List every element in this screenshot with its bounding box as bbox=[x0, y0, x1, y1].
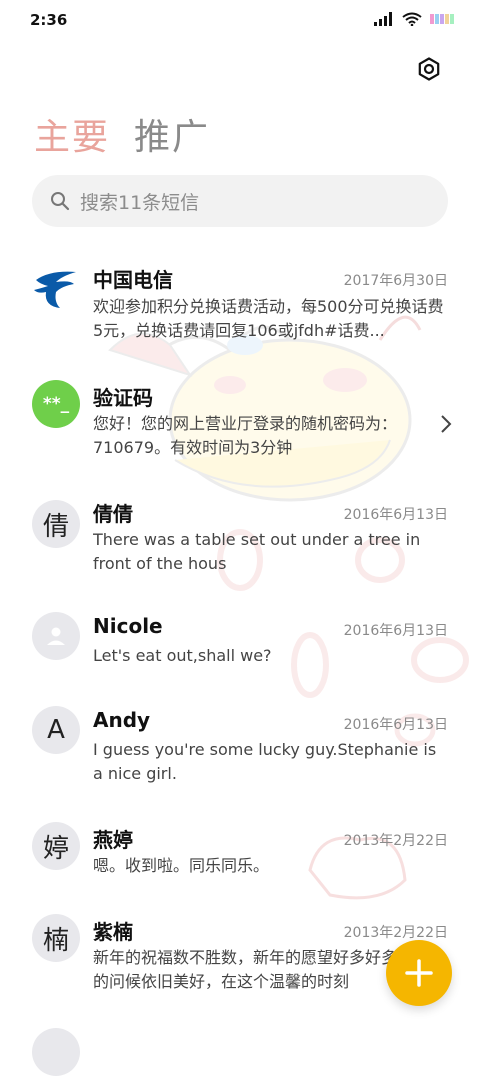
conversation-item[interactable]: A Andy 2016年6月13日 I guess you're some lu… bbox=[0, 704, 480, 804]
message-date: 2017年6月30日 bbox=[343, 273, 448, 289]
message-preview: There was a table set out under a tree i… bbox=[93, 530, 421, 573]
search-placeholder: 搜索11条短信 bbox=[80, 191, 200, 214]
settings-icon bbox=[418, 57, 440, 81]
sender-name: 燕婷 bbox=[93, 828, 133, 852]
telecom-logo-icon bbox=[34, 271, 76, 308]
sender-name: 紫楠 bbox=[93, 920, 133, 944]
tab-primary[interactable]: 主要 bbox=[34, 108, 110, 160]
avatar: 婷 bbox=[32, 822, 80, 870]
tab-bar: 主要 推广 bbox=[34, 108, 210, 160]
compose-button[interactable] bbox=[386, 940, 452, 1006]
sender-name: Nicole bbox=[93, 614, 163, 638]
message-preview: 欢迎参加积分兑换话费活动，每500分可兑换话费5元，兑换话费请回复106或jfd… bbox=[93, 297, 444, 340]
message-preview: Let's eat out,shall we? bbox=[93, 646, 272, 665]
conversation-item[interactable]: 婷 燕婷 2013年2月22日 嗯。收到啦。同乐同乐。 bbox=[0, 820, 480, 900]
status-bar: 2:36 bbox=[0, 0, 480, 40]
plus-icon bbox=[405, 959, 433, 987]
wifi-icon bbox=[402, 12, 422, 26]
sender-name: 验证码 bbox=[93, 386, 153, 410]
signal-icon bbox=[374, 12, 392, 26]
chevron-right-icon bbox=[441, 415, 452, 433]
conversation-item[interactable]: Nicole 2016年6月13日 Let's eat out,shall we… bbox=[0, 610, 480, 690]
message-date: 2016年6月13日 bbox=[343, 507, 448, 523]
message-date: 2016年6月13日 bbox=[343, 623, 448, 639]
message-date: 2013年2月22日 bbox=[343, 833, 448, 849]
avatar bbox=[32, 612, 80, 660]
conversation-item[interactable]: 中国电信 2017年6月30日 欢迎参加积分兑换话费活动，每500分可兑换话费5… bbox=[0, 250, 480, 360]
avatar: **_ bbox=[32, 380, 80, 428]
sender-name: 中国电信 bbox=[93, 268, 173, 292]
china-telecom-logo bbox=[32, 262, 80, 310]
person-icon bbox=[47, 627, 65, 645]
search-bar[interactable]: 搜索11条短信 bbox=[32, 175, 448, 227]
message-date: 2016年6月13日 bbox=[343, 717, 448, 733]
sender-name: 倩倩 bbox=[93, 502, 133, 526]
avatar: A bbox=[32, 706, 80, 754]
avatar: 倩 bbox=[32, 500, 80, 548]
conversation-item[interactable] bbox=[0, 1028, 480, 1076]
conversation-item[interactable]: **_ 验证码 您好！您的网上营业厅登录的随机密码为：710679。有效时间为3… bbox=[0, 374, 480, 484]
message-preview: I guess you're some lucky guy.Stephanie … bbox=[93, 740, 437, 783]
status-icons bbox=[374, 12, 456, 26]
message-preview: 嗯。收到啦。同乐同乐。 bbox=[93, 856, 270, 875]
avatar bbox=[32, 1028, 80, 1076]
avatar: 楠 bbox=[32, 914, 80, 962]
sender-name: Andy bbox=[93, 708, 151, 732]
settings-button[interactable] bbox=[414, 54, 444, 84]
message-date: 2013年2月22日 bbox=[343, 925, 448, 941]
tab-promotions[interactable]: 推广 bbox=[134, 108, 210, 160]
search-icon bbox=[51, 192, 70, 211]
battery-icon bbox=[430, 14, 454, 24]
conversation-item[interactable]: 倩 倩倩 2016年6月13日 There was a table set ou… bbox=[0, 494, 480, 594]
status-time: 2:36 bbox=[30, 11, 68, 29]
message-preview: 您好！您的网上营业厅登录的随机密码为：710679。有效时间为3分钟 bbox=[93, 414, 398, 457]
